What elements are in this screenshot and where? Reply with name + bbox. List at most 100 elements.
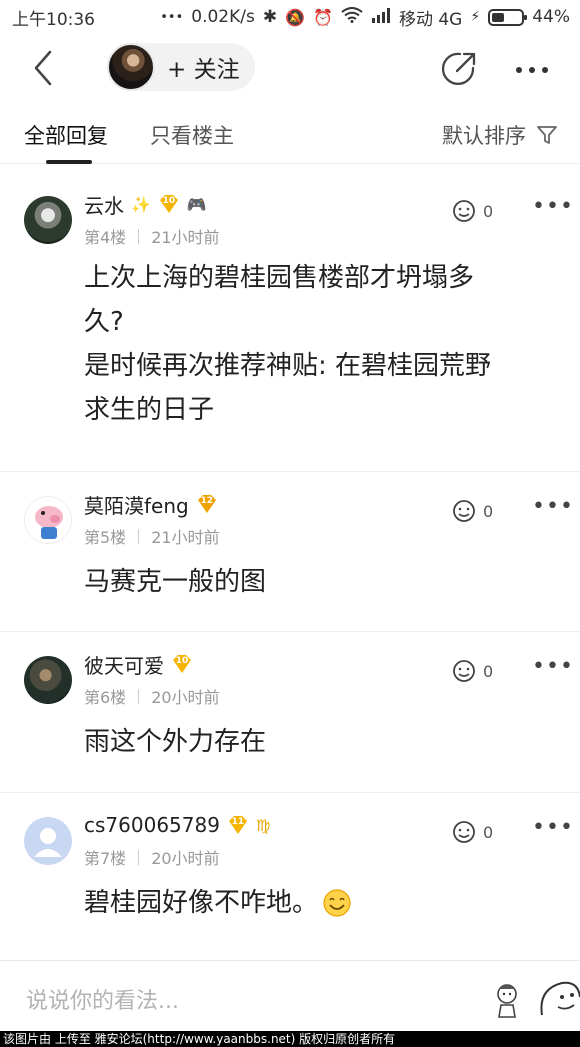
emoji-face-icon xyxy=(540,981,580,1016)
comment-item: 彼天可爱 10 第6楼 20小时前 0 ••• 雨这个外力存在 xyxy=(0,632,580,793)
comment-meta: 第7楼 20小时前 xyxy=(84,845,220,869)
post-time: 20小时前 xyxy=(151,688,220,707)
like-button[interactable]: 0 xyxy=(451,498,493,524)
comment-item: 云水 ✨ 10 🎮 第4楼 21小时前 0 ••• 上次上海的碧桂园售楼部才坍塌… xyxy=(0,172,580,472)
post-time: 20小时前 xyxy=(151,849,220,868)
username[interactable]: 莫陌漠feng xyxy=(84,490,189,519)
level-badge: 10 xyxy=(171,654,193,674)
tab-all-replies[interactable]: 全部回复 xyxy=(24,120,108,150)
post-time: 21小时前 xyxy=(151,228,220,247)
follow-button[interactable]: + 关注 xyxy=(107,43,255,91)
status-time: 上午10:36 xyxy=(12,9,95,30)
comment-item: cs760065789 11 ♍ 第7楼 20小时前 0 ••• 碧桂园好像不咋… xyxy=(0,793,580,958)
like-count: 0 xyxy=(483,822,494,842)
filter-icon xyxy=(537,126,557,144)
floor-number: 第7楼 xyxy=(84,849,127,868)
level-badge: 11 xyxy=(227,815,249,835)
sticker-button[interactable] xyxy=(490,981,524,1019)
like-icon xyxy=(453,500,475,522)
sticker-icon xyxy=(497,984,517,1018)
back-button[interactable] xyxy=(30,48,60,88)
sort-label: 默认排序 xyxy=(442,124,526,148)
comment-line: 是时候再次推荐神贴: 在碧桂园荒野 xyxy=(84,351,492,381)
comment-header: 莫陌漠feng 12 xyxy=(84,490,218,518)
status-bar: 上午10:36 ••• 0.02K/s ✱ 🔕 ⏰ 移动 4G ⚡ 44% xyxy=(0,0,580,34)
charging-icon: ⚡ xyxy=(470,9,481,25)
signal-icon xyxy=(371,7,391,28)
username[interactable]: 云水 xyxy=(84,190,124,219)
alarm-icon: ⏰ xyxy=(313,7,333,27)
active-tab-indicator xyxy=(46,160,92,164)
level-badge: 12 xyxy=(196,494,218,514)
floor-number: 第5楼 xyxy=(84,528,127,547)
game-controller-icon: 🎮 xyxy=(186,194,207,214)
follow-label: + 关注 xyxy=(167,57,240,83)
more-options-button[interactable] xyxy=(514,54,554,82)
comment-more-button[interactable]: ••• xyxy=(532,494,574,519)
comment-meta: 第5楼 21小时前 xyxy=(84,524,220,548)
battery-icon xyxy=(488,8,528,26)
comment-line: 上次上海的碧桂园售楼部才坍塌多 xyxy=(84,263,475,293)
username[interactable]: cs760065789 xyxy=(84,813,220,837)
share-button[interactable] xyxy=(440,50,478,88)
like-icon xyxy=(453,200,475,222)
comment-input[interactable]: 说说你的看法... xyxy=(26,983,179,1015)
reply-tabs: 全部回复 只看楼主 默认排序 xyxy=(0,102,580,164)
comment-line: 雨这个外力存在 xyxy=(84,727,267,757)
battery-percent: 44% xyxy=(532,7,570,27)
sparkle-icon: ✨ xyxy=(131,194,151,214)
avatar[interactable] xyxy=(24,817,72,865)
share-icon xyxy=(441,52,476,85)
battery-fill xyxy=(492,12,505,22)
comment-line: 碧桂园好像不咋地。 xyxy=(84,888,319,918)
bluetooth-icon: ✱ xyxy=(262,7,278,27)
more-icon xyxy=(516,67,548,73)
mute-icon: 🔕 xyxy=(285,7,306,27)
wifi-icon xyxy=(341,6,363,28)
comment-line: 求生的日子 xyxy=(84,395,215,425)
emoji-button[interactable] xyxy=(536,975,580,1025)
meta-divider xyxy=(138,688,140,704)
sort-button[interactable]: 默认排序 xyxy=(442,120,558,150)
like-button[interactable]: 0 xyxy=(451,819,493,845)
watermark-banner: 该图片由 上传至 雅安论坛(http://www.yaanbbs.net) 版权… xyxy=(0,1031,580,1047)
comment-more-button[interactable]: ••• xyxy=(532,654,574,679)
comment-more-button[interactable]: ••• xyxy=(532,815,574,840)
post-time: 21小时前 xyxy=(151,528,220,547)
virgo-icon: ♍ xyxy=(255,815,271,835)
comment-header: 云水 ✨ 10 🎮 xyxy=(84,190,207,218)
chevron-left-icon xyxy=(34,50,52,86)
like-icon xyxy=(453,660,475,682)
nav-bar: + 关注 xyxy=(0,34,580,102)
comment-body: 马赛克一般的图 xyxy=(84,560,554,604)
comment-input-bar: 说说你的看法... xyxy=(0,960,580,1031)
comment-line: 久? xyxy=(84,307,124,337)
like-button[interactable]: 0 xyxy=(451,198,493,224)
avatar[interactable] xyxy=(24,496,72,544)
network-label: 移动 4G xyxy=(398,9,463,30)
tab-op-only[interactable]: 只看楼主 xyxy=(150,120,234,150)
status-dots: ••• xyxy=(160,9,184,25)
comment-meta: 第4楼 21小时前 xyxy=(84,224,220,248)
meta-divider xyxy=(138,528,140,544)
meta-divider xyxy=(138,228,140,244)
comment-header: 彼天可爱 10 xyxy=(84,650,193,678)
comment-body: 上次上海的碧桂园售楼部才坍塌多 久? 是时候再次推荐神贴: 在碧桂园荒野 求生的… xyxy=(84,256,554,432)
floor-number: 第6楼 xyxy=(84,688,127,707)
like-count: 0 xyxy=(483,501,494,521)
comment-body: 雨这个外力存在 xyxy=(84,720,554,764)
op-avatar[interactable] xyxy=(107,43,155,91)
avatar[interactable] xyxy=(24,656,72,704)
comment-item: 莫陌漠feng 12 第5楼 21小时前 0 ••• 马赛克一般的图 xyxy=(0,472,580,632)
like-button[interactable]: 0 xyxy=(451,658,493,684)
comment-header: cs760065789 11 ♍ xyxy=(84,811,270,839)
like-count: 0 xyxy=(483,201,494,221)
comment-more-button[interactable]: ••• xyxy=(532,194,574,219)
like-count: 0 xyxy=(483,661,494,681)
status-speed: 0.02K/s xyxy=(191,7,255,27)
avatar[interactable] xyxy=(24,196,72,244)
floor-number: 第4楼 xyxy=(84,228,127,247)
comment-line: 马赛克一般的图 xyxy=(84,567,267,597)
comment-body: 碧桂园好像不咋地。 xyxy=(84,881,554,925)
username[interactable]: 彼天可爱 xyxy=(84,650,164,679)
